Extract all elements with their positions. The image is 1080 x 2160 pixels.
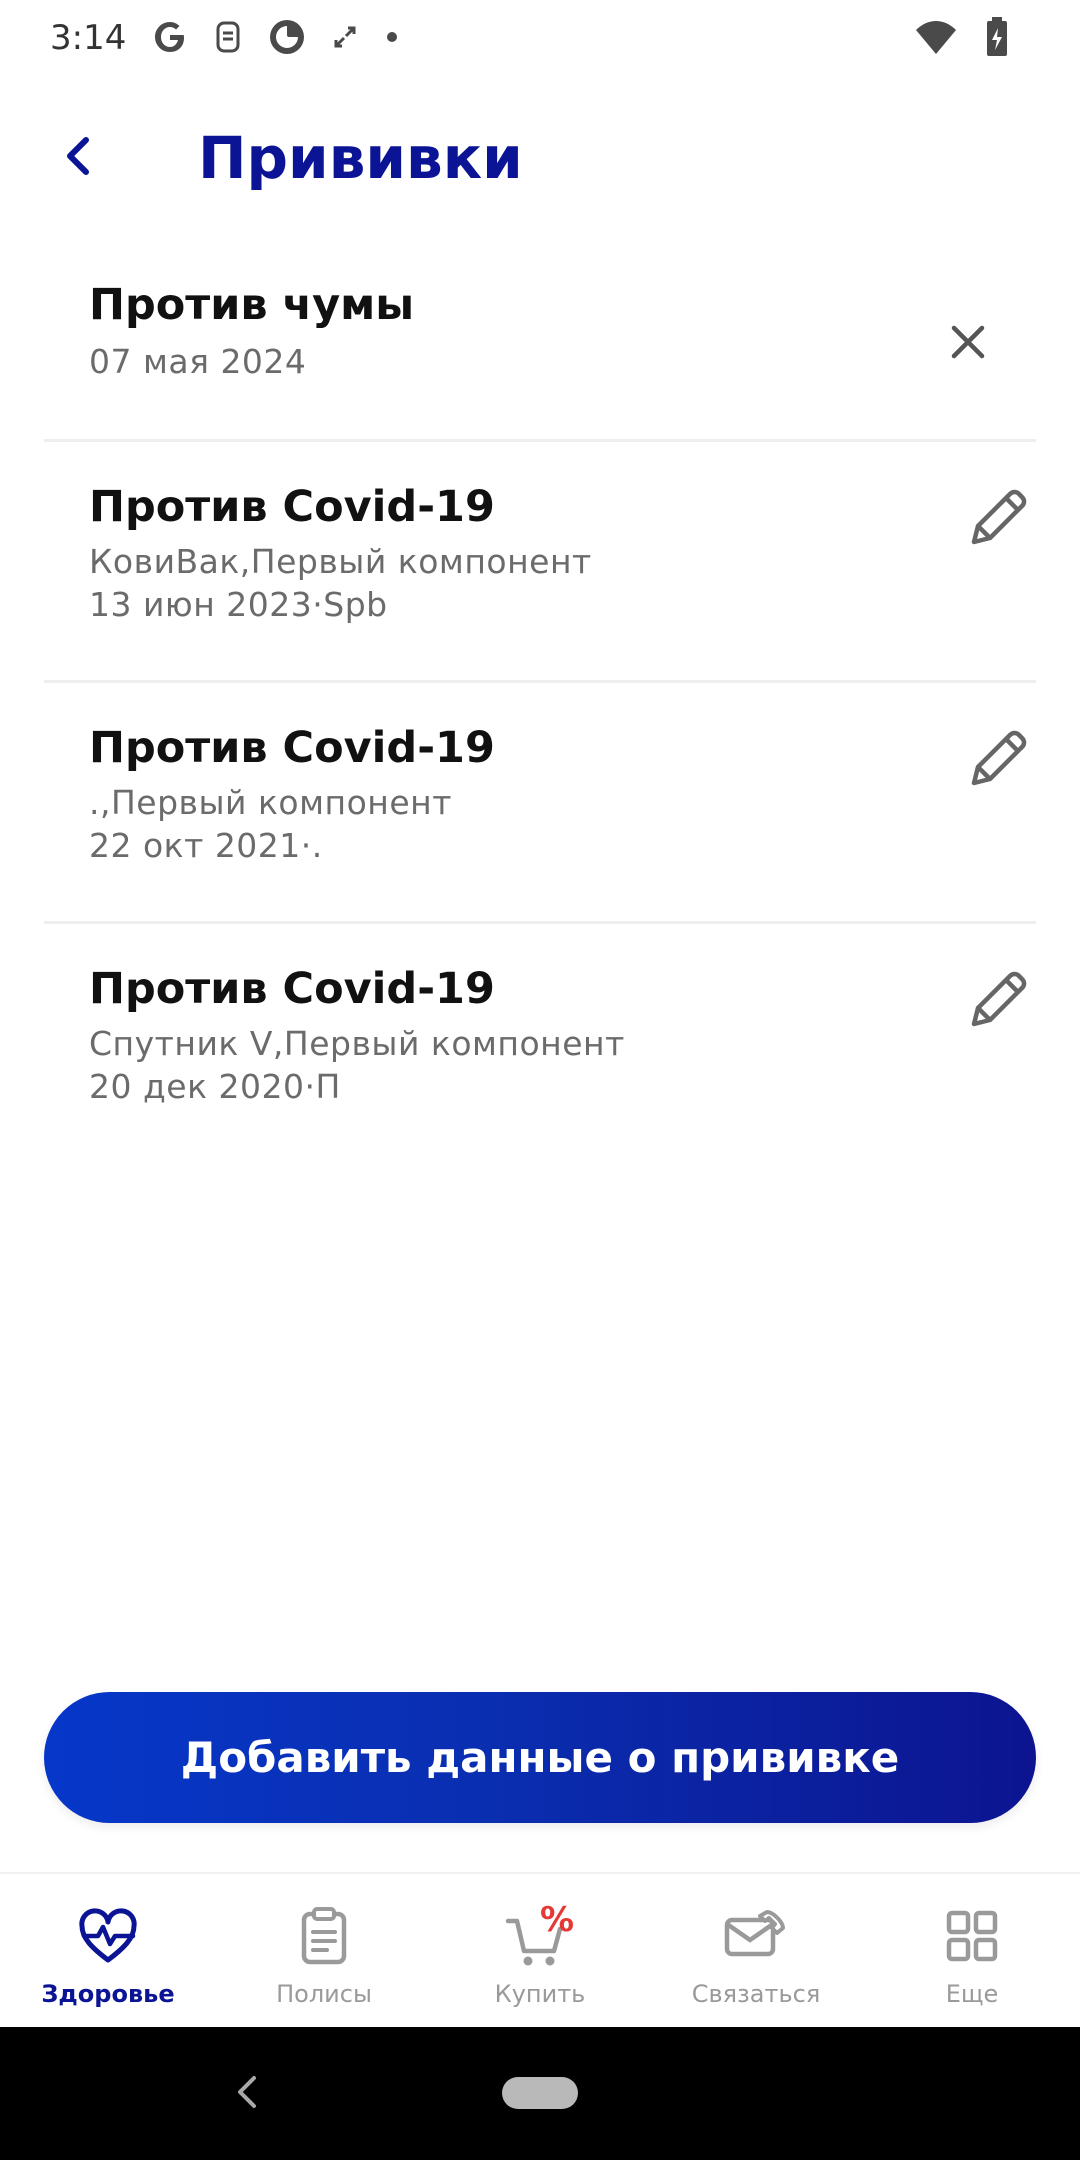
add-vaccination-button[interactable]: Добавить данные о прививке bbox=[44, 1692, 1036, 1823]
vaccination-item[interactable]: Против чумы 07 мая 2024 bbox=[44, 250, 1036, 442]
edit-button[interactable] bbox=[960, 964, 1036, 1040]
system-back-button[interactable] bbox=[222, 2069, 272, 2119]
page-title: Прививки bbox=[198, 124, 523, 192]
vaccination-details: КовиВак,Первый компонент bbox=[89, 542, 592, 581]
nav-item-health[interactable]: Здоровье bbox=[0, 1874, 216, 2027]
vaccination-date-place: 13 июн 2023·Spb bbox=[89, 585, 388, 624]
nav-item-policies[interactable]: Полисы bbox=[216, 1874, 432, 2027]
wifi-icon bbox=[914, 18, 958, 61]
vaccination-list: Против чумы 07 мая 2024 Против Covid-19 … bbox=[0, 250, 1080, 1165]
pencil-icon bbox=[966, 968, 1030, 1037]
system-navigation-bar bbox=[0, 2027, 1080, 2160]
nav-label: Связаться bbox=[691, 1980, 821, 2008]
grid-icon bbox=[936, 1900, 1008, 1972]
vaccination-title: Против Covid-19 bbox=[89, 964, 495, 1014]
close-icon bbox=[948, 322, 988, 367]
heart-pulse-icon bbox=[72, 1900, 144, 1972]
vaccination-item[interactable]: Против Covid-19 .,Первый компонент 22 ок… bbox=[44, 683, 1036, 924]
vaccination-details: .,Первый компонент bbox=[89, 783, 452, 822]
browser-icon bbox=[266, 16, 308, 63]
app-header: Прививки bbox=[0, 100, 1080, 220]
pencil-icon bbox=[966, 727, 1030, 796]
battery-charging-icon bbox=[984, 16, 1010, 63]
svg-text:%: % bbox=[540, 1901, 574, 1940]
edit-button[interactable] bbox=[960, 482, 1036, 558]
vaccination-date: 07 мая 2024 bbox=[89, 342, 307, 381]
clipboard-icon bbox=[288, 1900, 360, 1972]
vaccination-item[interactable]: Против Covid-19 КовиВак,Первый компонент… bbox=[44, 442, 1036, 683]
vaccination-title: Против Covid-19 bbox=[89, 482, 495, 532]
vaccination-title: Против Covid-19 bbox=[89, 723, 495, 773]
nav-label: Полисы bbox=[276, 1980, 372, 2008]
nav-label: Купить bbox=[494, 1980, 586, 2008]
dot-icon bbox=[382, 27, 402, 52]
status-notification-icons bbox=[150, 16, 402, 63]
back-button[interactable] bbox=[46, 126, 110, 190]
sim-toolkit-icon bbox=[212, 17, 244, 62]
nav-item-buy[interactable]: % Купить bbox=[432, 1874, 648, 2027]
chevron-left-icon bbox=[234, 2074, 260, 2115]
chevron-left-icon bbox=[60, 132, 96, 185]
nav-label: Еще bbox=[945, 1980, 999, 2008]
google-icon bbox=[150, 17, 190, 62]
vaccination-title: Против чумы bbox=[89, 280, 415, 330]
vaccination-date-place: 22 окт 2021·. bbox=[89, 826, 323, 865]
vaccination-item[interactable]: Против Covid-19 Спутник V,Первый компоне… bbox=[44, 924, 1036, 1165]
envelope-phone-icon bbox=[720, 1900, 792, 1972]
edit-button[interactable] bbox=[960, 723, 1036, 799]
remove-button[interactable] bbox=[930, 306, 1006, 382]
vaccination-details: Спутник V,Первый компонент bbox=[89, 1024, 625, 1063]
vaccination-date-place: 20 дек 2020·П bbox=[89, 1067, 341, 1106]
system-home-button[interactable] bbox=[502, 2077, 578, 2109]
nav-label: Здоровье bbox=[41, 1980, 175, 2008]
nav-item-more[interactable]: Еще bbox=[864, 1874, 1080, 2027]
pencil-icon bbox=[966, 486, 1030, 555]
status-time: 3:14 bbox=[50, 18, 127, 58]
cart-percent-icon: % bbox=[504, 1900, 576, 1972]
status-bar: 3:14 bbox=[0, 0, 1080, 78]
bottom-navigation: Здоровье Полисы % Купить Связаться Еще bbox=[0, 1872, 1080, 2027]
expand-icon bbox=[330, 22, 360, 57]
nav-item-contact[interactable]: Связаться bbox=[648, 1874, 864, 2027]
status-system-icons bbox=[914, 16, 1010, 63]
